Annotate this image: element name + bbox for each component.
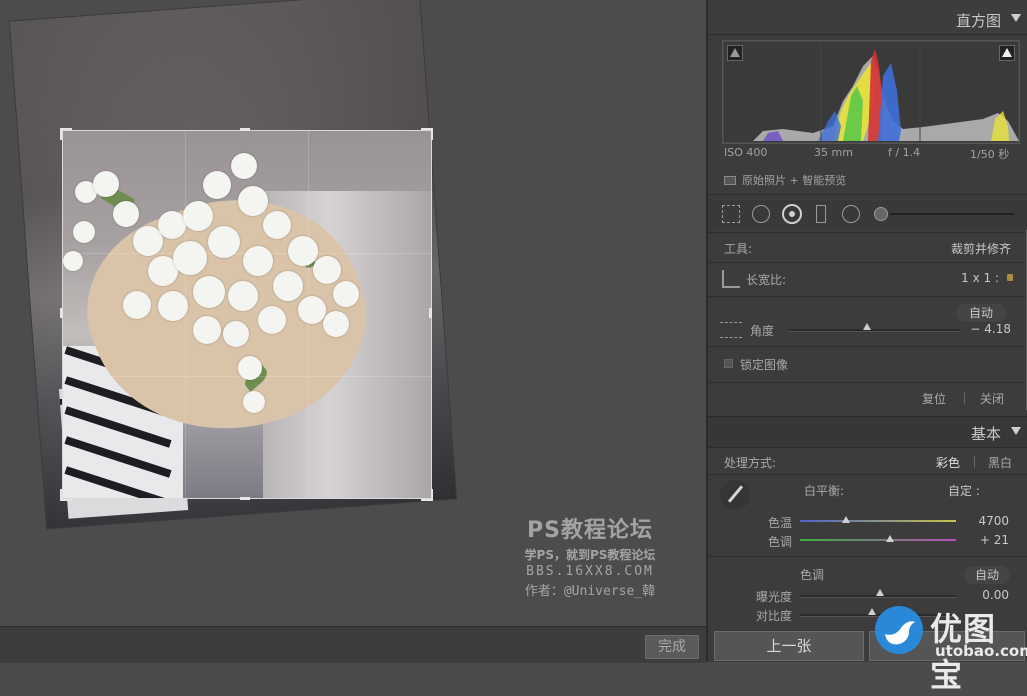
crop-handle-left[interactable] — [60, 308, 63, 318]
tool-strip — [708, 200, 1027, 228]
iso-readout: ISO 400 — [724, 146, 768, 159]
highlight-clipping-icon[interactable] — [999, 45, 1015, 61]
basic-title: 基本 — [970, 425, 1001, 443]
constrain-image-label: 锁定图像 — [740, 358, 789, 372]
angle-slider[interactable] — [790, 329, 960, 332]
aspect-value[interactable]: 1 x 1 : — [961, 271, 999, 285]
crop-overlay[interactable] — [62, 130, 432, 499]
tint-label: 色调 — [768, 535, 793, 549]
treatment-bw-option[interactable]: 黑白 — [988, 454, 1012, 471]
histogram-header[interactable]: 直方图 — [708, 4, 1027, 35]
basic-collapse-icon[interactable] — [1011, 427, 1021, 435]
tone-label: 色调 — [800, 568, 825, 582]
angle-label: 角度 — [750, 324, 775, 338]
photo-canvas[interactable]: PS教程论坛 学PS，就到PS教程论坛 BBS.16XX8.COM 作者：@Un… — [0, 0, 706, 626]
bottom-toolbar: 完成 — [0, 626, 706, 663]
focal-length-readout: 35 mm — [814, 146, 853, 159]
watermark-subtitle: 学PS，就到PS教程论坛 — [524, 548, 656, 562]
utobao-logo-icon — [875, 606, 923, 654]
tone-auto-button[interactable]: 自动 — [964, 566, 1010, 584]
contrast-label: 对比度 — [756, 609, 793, 623]
shutter-readout: 1/50 秒 — [970, 148, 1010, 161]
radial-filter-icon[interactable] — [842, 205, 860, 223]
exposure-label: 曝光度 — [756, 590, 793, 604]
treatment-label: 处理方式: — [724, 456, 777, 470]
treatment-color-option[interactable]: 彩色 — [936, 454, 960, 471]
constrain-image-checkbox[interactable] — [724, 359, 733, 368]
logo-url: utobao.com — [935, 642, 1027, 660]
watermark: PS教程论坛 学PS，就到PS教程论坛 BBS.16XX8.COM 作者：@Un… — [500, 512, 680, 599]
exposure-value[interactable]: 0.00 — [982, 588, 1009, 602]
spot-removal-icon[interactable] — [752, 205, 770, 223]
white-balance-value[interactable]: 自定 : — [948, 482, 980, 499]
basic-header[interactable]: 基本 — [708, 416, 1027, 448]
angle-slider-thumb[interactable] — [863, 323, 871, 330]
straighten-level-icon[interactable] — [720, 322, 742, 338]
histogram[interactable] — [722, 40, 1020, 144]
done-button[interactable]: 完成 — [645, 635, 699, 659]
exposure-slider-thumb[interactable] — [876, 589, 884, 596]
tint-value[interactable]: + 21 — [980, 533, 1009, 547]
temp-slider-thumb[interactable] — [842, 516, 850, 523]
close-button[interactable]: 关闭 — [980, 390, 1004, 407]
watermark-url: BBS.16XX8.COM — [526, 564, 654, 579]
white-balance-label: 白平衡: — [804, 484, 845, 498]
brush-size-track[interactable] — [890, 213, 1014, 215]
temp-label: 色温 — [768, 516, 793, 530]
tool-label: 工具: — [724, 242, 753, 256]
auto-straighten-button[interactable]: 自动 — [956, 304, 1006, 322]
crop-handle-bottom[interactable] — [240, 497, 250, 500]
crop-tool-icon[interactable] — [722, 205, 740, 223]
histogram-title: 直方图 — [955, 12, 1001, 30]
histogram-graph — [723, 41, 1019, 143]
eyedropper-icon[interactable] — [720, 480, 750, 510]
collapse-triangle-icon[interactable] — [1011, 14, 1021, 22]
lock-icon[interactable] — [1007, 274, 1013, 281]
tool-value: 裁剪并修齐 — [950, 242, 1011, 256]
temp-value[interactable]: 4700 — [978, 514, 1009, 528]
aspect-crop-icon[interactable] — [722, 270, 740, 288]
right-panel: 直方图 ISO 400 35 mm f / 1.4 1/50 秒 原始照片 + … — [706, 0, 1027, 662]
flower-bouquet — [63, 131, 431, 498]
aspect-label: 长宽比: — [746, 273, 787, 287]
watermark-title: PS教程论坛 — [527, 518, 653, 543]
crop-handle-right[interactable] — [429, 308, 432, 318]
preview-mode-label: 原始照片 + 智能预览 — [742, 174, 847, 187]
brush-icon[interactable] — [874, 207, 888, 221]
aperture-readout: f / 1.4 — [888, 146, 921, 159]
crop-handle-top-right[interactable] — [421, 128, 433, 140]
graduated-filter-icon[interactable] — [816, 205, 826, 223]
watermark-author: 作者：@Universe_韓 — [524, 584, 656, 599]
crop-handle-top[interactable] — [240, 128, 250, 131]
angle-value: − 4.18 — [970, 322, 1011, 336]
reset-button[interactable]: 复位 — [922, 390, 946, 407]
tint-slider-thumb[interactable] — [886, 535, 894, 542]
previous-button[interactable]: 上一张 — [714, 631, 864, 661]
shadow-clipping-icon[interactable] — [727, 45, 743, 61]
crop-handle-bottom-right[interactable] — [421, 489, 433, 501]
tint-slider[interactable] — [800, 539, 956, 541]
crop-handle-bottom-left[interactable] — [60, 489, 72, 501]
preview-icon — [724, 176, 736, 185]
temp-slider[interactable] — [800, 520, 956, 522]
bird-icon — [885, 621, 915, 645]
red-eye-icon[interactable] — [782, 204, 802, 224]
crop-handle-top-left[interactable] — [60, 128, 72, 140]
